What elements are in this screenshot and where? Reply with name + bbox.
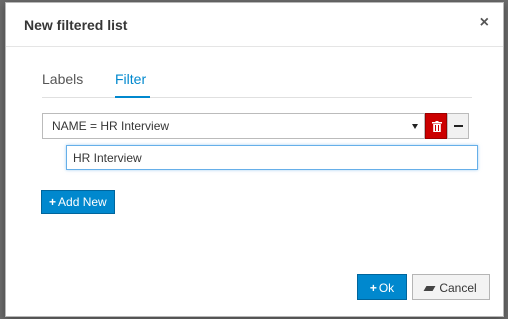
filter-condition-value: NAME = HR Interview bbox=[52, 119, 170, 133]
cancel-button[interactable]: Cancel bbox=[412, 274, 490, 300]
add-new-button[interactable]: + Add New bbox=[41, 190, 115, 214]
dialog-title: New filtered list bbox=[24, 17, 128, 33]
chevron-down-icon bbox=[412, 124, 418, 129]
tab-labels[interactable]: Labels bbox=[42, 69, 83, 96]
ok-label: Ok bbox=[378, 281, 395, 295]
tab-bar: Labels Filter bbox=[42, 69, 472, 98]
trash-icon bbox=[432, 121, 442, 132]
filter-condition-select[interactable]: NAME = HR Interview bbox=[42, 113, 425, 139]
delete-filter-button[interactable] bbox=[425, 113, 447, 139]
remove-filter-button[interactable] bbox=[447, 113, 469, 139]
plus-icon: + bbox=[49, 195, 57, 209]
plus-icon: + bbox=[369, 281, 377, 295]
minus-icon bbox=[454, 125, 463, 127]
close-button[interactable]: × bbox=[480, 15, 489, 31]
ok-button[interactable]: + Ok bbox=[357, 274, 407, 300]
filter-value-input[interactable] bbox=[66, 145, 478, 170]
eraser-icon bbox=[423, 286, 436, 292]
add-new-label: Add New bbox=[58, 195, 107, 209]
tab-filter[interactable]: Filter bbox=[115, 69, 151, 98]
cancel-label: Cancel bbox=[439, 281, 477, 295]
filter-condition-row: NAME = HR Interview bbox=[42, 113, 474, 139]
new-filtered-list-dialog: New filtered list × Labels Filter NAME =… bbox=[5, 2, 504, 317]
dialog-header: New filtered list × bbox=[6, 3, 503, 47]
